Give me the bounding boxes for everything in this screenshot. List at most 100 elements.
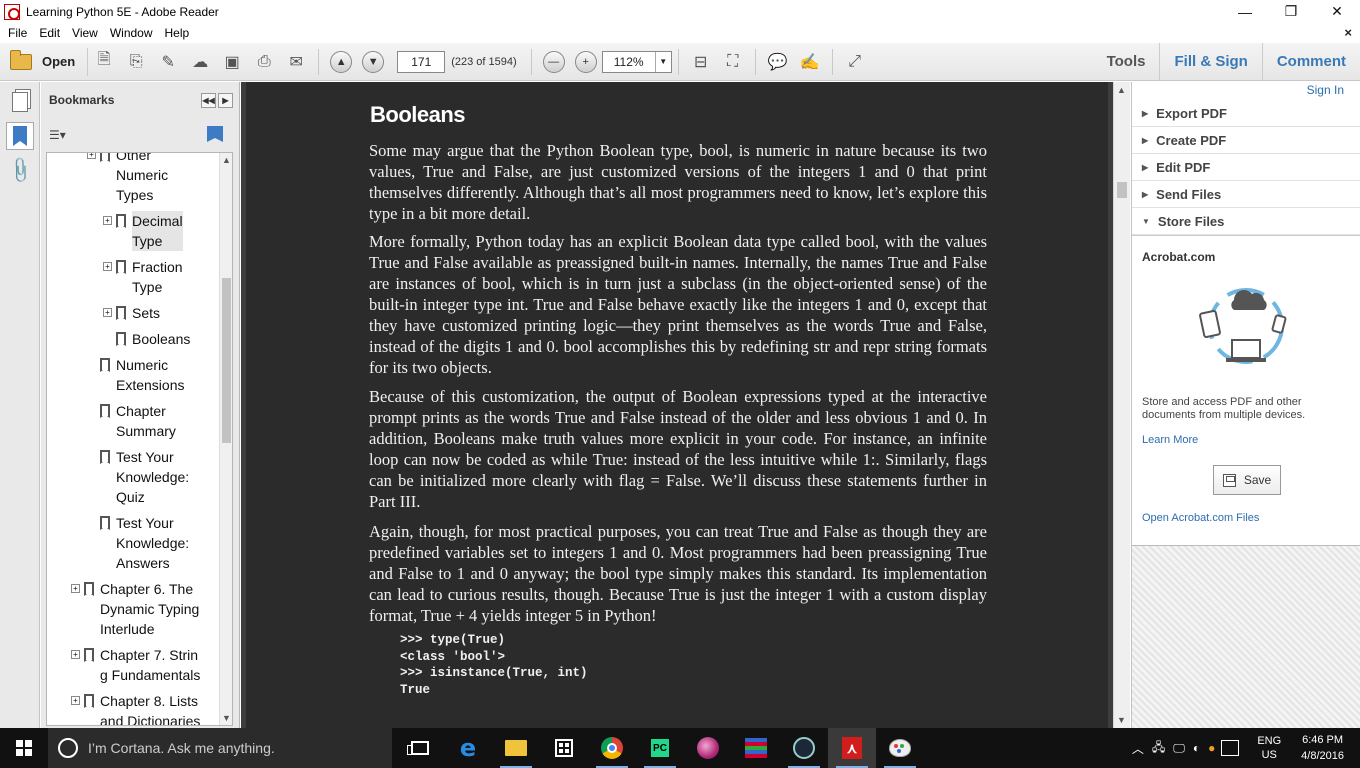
notification-app-icon[interactable]: ● [1208, 741, 1215, 755]
bookmark-label: Fraction Type [132, 257, 183, 297]
bookmark-item[interactable]: + Decimal Type [103, 211, 183, 251]
bookmark-item[interactable]: Test Your Knowledge: Quiz [87, 447, 189, 507]
tab-fill-sign[interactable]: Fill & Sign [1160, 43, 1263, 81]
fit-page-button[interactable]: ⊟ [688, 49, 714, 75]
adobe-reader-button[interactable]: ⋏ [828, 728, 876, 768]
zoom-in-button[interactable]: + [573, 49, 599, 75]
highlight-button[interactable]: ✍ [797, 49, 823, 75]
edit-pdf-section[interactable]: ▶ Edit PDF [1132, 154, 1360, 181]
learn-more-link[interactable]: Learn More [1142, 434, 1198, 446]
paint-button[interactable] [876, 728, 924, 768]
bookmark-item[interactable]: Booleans [103, 329, 190, 349]
store-save-button[interactable]: Save [1213, 465, 1281, 495]
attachments-button[interactable]: 📎 [5, 155, 35, 185]
display-icon[interactable]: 🖵 [1173, 741, 1185, 756]
input-language[interactable]: ENG US [1257, 734, 1281, 762]
maximize-button[interactable]: ❐ [1268, 0, 1314, 23]
menu-view[interactable]: View [66, 26, 104, 40]
expand-icon[interactable]: + [103, 308, 112, 317]
document-viewer[interactable]: Booleans Some may argue that the Python … [241, 82, 1113, 728]
close-document-button[interactable]: × [1344, 25, 1352, 40]
bookmarks-scrollbar[interactable]: ▲ ▼ [219, 153, 232, 725]
scroll-up-icon[interactable]: ▲ [1117, 85, 1126, 95]
scroll-down-icon[interactable]: ▼ [1117, 715, 1126, 725]
page-number-input[interactable]: 171 [397, 50, 446, 73]
email-button[interactable]: ✉ [283, 49, 309, 75]
bookmark-item[interactable]: + Sets [103, 303, 160, 323]
show-hidden-icons-icon[interactable]: ︿ [1132, 740, 1144, 757]
upload-button[interactable]: ☁ [187, 49, 213, 75]
network-icon[interactable]: 🖧 [1152, 738, 1165, 759]
bookmarks-button[interactable] [6, 122, 34, 150]
prev-page-button[interactable]: ▲ [328, 49, 354, 75]
expand-panel-icon[interactable]: ▶ [218, 93, 233, 108]
full-screen-button[interactable]: ⛶ [720, 49, 746, 75]
menu-file[interactable]: File [2, 26, 33, 40]
send-files-section[interactable]: ▶ Send Files [1132, 181, 1360, 208]
steam-button[interactable] [780, 728, 828, 768]
bookmark-item[interactable]: + Chapter 8. Lists and Dictionaries [71, 691, 200, 725]
bookmark-item[interactable]: + Chapter 7. Strin g Fundamentals [71, 645, 200, 685]
store-files-section[interactable]: ▼ Store Files [1132, 208, 1360, 235]
cortana-search-box[interactable]: I’m Cortana. Ask me anything. [48, 728, 392, 768]
window-title: Learning Python 5E - Adobe Reader [26, 4, 219, 19]
expand-icon[interactable]: + [71, 696, 80, 705]
menu-window[interactable]: Window [104, 26, 159, 40]
expand-icon[interactable]: + [71, 650, 80, 659]
expand-icon[interactable]: + [71, 584, 80, 593]
bookmark-item[interactable]: + Fraction Type [103, 257, 183, 297]
pycharm-button[interactable]: PC [636, 728, 684, 768]
next-page-button[interactable]: ▼ [360, 49, 386, 75]
expand-icon[interactable]: + [103, 216, 112, 225]
bookmark-item[interactable]: + Other Numeric Types [87, 153, 168, 205]
menu-edit[interactable]: Edit [33, 26, 66, 40]
zoom-out-button[interactable]: — [541, 49, 567, 75]
export-pdf-section[interactable]: ▶ Export PDF [1132, 100, 1360, 127]
action-center-icon[interactable] [1221, 740, 1240, 756]
open-acrobat-files-link[interactable]: Open Acrobat.com Files [1142, 512, 1259, 524]
open-button[interactable]: Open [10, 47, 89, 76]
bookmark-item[interactable]: Numeric Extensions [87, 355, 184, 395]
new-bookmark-icon[interactable] [207, 126, 223, 142]
sticky-note-button[interactable]: 💬 [765, 49, 791, 75]
minimize-button[interactable]: — [1222, 0, 1268, 23]
menu-help[interactable]: Help [159, 26, 196, 40]
scroll-thumb[interactable] [1117, 182, 1127, 198]
document-scrollbar[interactable]: ▲ ▼ [1113, 82, 1130, 728]
start-button[interactable] [0, 728, 48, 768]
close-button[interactable]: ✕ [1314, 0, 1360, 23]
print-button[interactable]: ⎙ [251, 49, 277, 75]
edge-button[interactable]: e [444, 728, 492, 768]
expand-icon[interactable]: + [103, 262, 112, 271]
convert-button[interactable]: ⎘ [123, 49, 149, 75]
save-button[interactable]: ▣ [219, 49, 245, 75]
sign-in-link[interactable]: Sign In [1132, 82, 1360, 100]
scroll-thumb[interactable] [222, 278, 231, 443]
expand-icon[interactable]: + [87, 153, 96, 159]
scroll-up-icon[interactable]: ▲ [222, 155, 231, 165]
options-menu-icon[interactable]: ☰▾ [49, 128, 66, 142]
clock[interactable]: 6:46 PM 4/8/2016 [1301, 732, 1344, 764]
bookmark-item[interactable]: Test Your Knowledge: Answers [87, 513, 189, 573]
read-mode-button[interactable]: ⤢ [842, 49, 868, 75]
file-explorer-button[interactable] [492, 728, 540, 768]
collapse-panel-icon[interactable]: ◀◀ [201, 93, 216, 108]
tab-comment[interactable]: Comment [1263, 43, 1360, 81]
zoom-select[interactable]: 112% ▼ [601, 50, 672, 73]
tab-tools[interactable]: Tools [1093, 43, 1161, 81]
scroll-down-icon[interactable]: ▼ [222, 713, 231, 723]
winrar-button[interactable] [732, 728, 780, 768]
create-pdf-button[interactable]: 🗎 [91, 49, 117, 75]
bookmark-item[interactable]: + Chapter 6. The Dynamic Typing Interlude [71, 579, 199, 639]
edit-button[interactable]: ✎ [155, 49, 181, 75]
create-pdf-section[interactable]: ▶ Create PDF [1132, 127, 1360, 154]
bookmark-icon [84, 582, 94, 596]
chrome-button[interactable] [588, 728, 636, 768]
swirl-app-button[interactable] [684, 728, 732, 768]
task-view-button[interactable] [396, 728, 444, 768]
bookmark-item[interactable]: Chapter Summary [87, 401, 176, 441]
store-button[interactable] [540, 728, 588, 768]
chevron-down-icon[interactable]: ▼ [654, 51, 671, 72]
volume-icon[interactable]: ◐ [1193, 741, 1200, 755]
page-thumbnails-button[interactable] [6, 88, 34, 116]
